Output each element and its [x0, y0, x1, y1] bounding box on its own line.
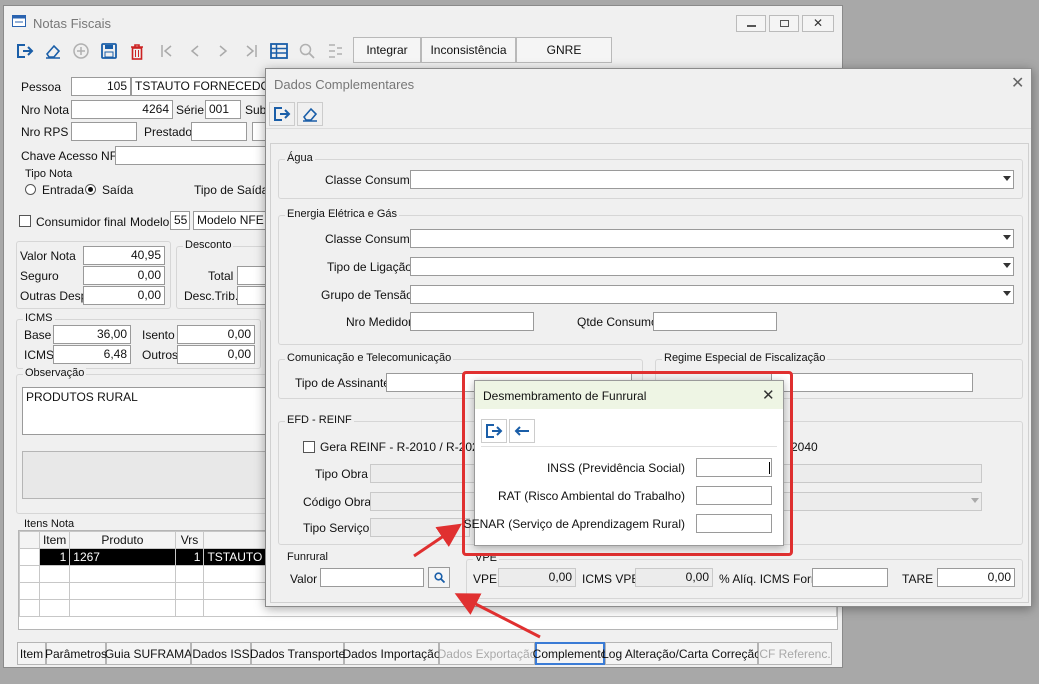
annotation-arrows [413, 523, 541, 639]
arrow-to-search [454, 593, 541, 639]
arrow-to-dialog [413, 523, 462, 558]
